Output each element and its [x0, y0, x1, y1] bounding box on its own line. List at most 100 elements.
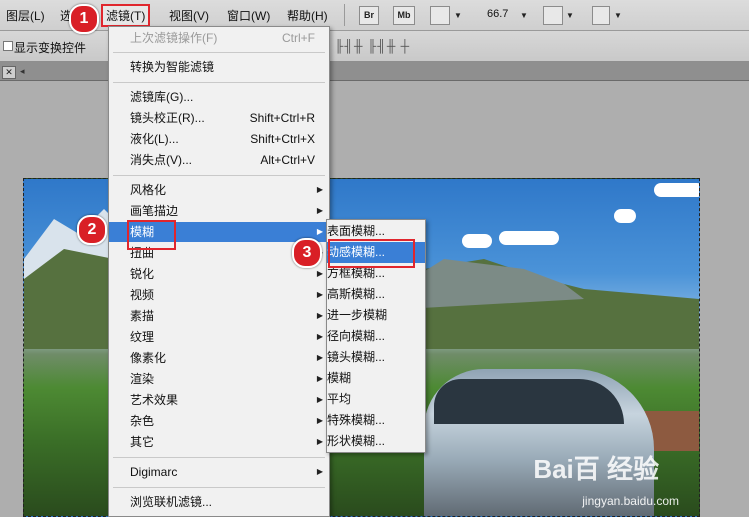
menu-item-label: 滤镜库(G)...	[130, 90, 194, 104]
menu-item-label: 消失点(V)...	[130, 153, 192, 167]
chevron-down-icon[interactable]: ▼	[454, 11, 462, 20]
menu-item-other[interactable]: 其它 ▶	[109, 432, 329, 452]
shortcut-label: Shift+Ctrl+R	[249, 111, 315, 125]
submenu-arrow-icon: ▶	[316, 332, 323, 341]
submenu-arrow-icon: ▶	[316, 416, 323, 425]
menu-item-label: 风格化	[130, 183, 167, 197]
submenu-item-lens-blur[interactable]: 镜头模糊...	[327, 347, 425, 368]
submenu-arrow-icon: ▶	[316, 374, 323, 383]
arrange-documents-button[interactable]	[543, 6, 563, 25]
submenu-arrow-icon: ▶	[316, 269, 323, 278]
menu-item-label: 渲染	[130, 372, 155, 386]
submenu-item-blur[interactable]: 模糊	[327, 368, 425, 389]
submenu-item-shape-blur[interactable]: 形状模糊...	[327, 431, 425, 452]
minibridge-button[interactable]: Mb	[393, 6, 415, 25]
menu-item-pixelate[interactable]: 像素化 ▶	[109, 348, 329, 368]
show-transform-checkbox[interactable]	[3, 41, 13, 51]
menu-item-noise[interactable]: 杂色 ▶	[109, 411, 329, 431]
shortcut-label: Ctrl+F	[282, 31, 315, 45]
menu-help[interactable]: 帮助(H)	[287, 7, 328, 24]
menu-window[interactable]: 窗口(W)	[227, 7, 270, 24]
chevron-down-icon[interactable]: ▼	[566, 11, 574, 20]
submenu-arrow-icon: ▶	[316, 206, 323, 215]
submenu-arrow-icon: ▶	[316, 467, 323, 476]
menu-item-label: 上次滤镜操作(F)	[130, 31, 218, 45]
menu-filter[interactable]: 滤镜(T)	[101, 4, 151, 27]
menu-item-label: 转换为智能滤镜	[130, 60, 215, 74]
menu-item-label: 画笔描边	[130, 204, 179, 218]
watermark-url: jingyan.baidu.com	[582, 494, 679, 508]
chevron-down-icon[interactable]: ▼	[520, 11, 528, 20]
submenu-item-smart-blur[interactable]: 特殊模糊...	[327, 410, 425, 431]
menu-item-label: 视频	[130, 288, 155, 302]
submenu-arrow-icon: ▶	[316, 290, 323, 299]
screen-mode-button[interactable]	[592, 6, 610, 25]
menu-item-liquify[interactable]: 液化(L)... Shift+Ctrl+X	[109, 129, 329, 149]
menu-item-artistic[interactable]: 艺术效果 ▶	[109, 390, 329, 410]
menu-item-label: 其它	[130, 435, 155, 449]
menu-view[interactable]: 视图(V)	[169, 7, 209, 24]
submenu-item-radial-blur[interactable]: 径向模糊...	[327, 326, 425, 347]
submenu-arrow-icon: ▶	[316, 185, 323, 194]
menu-item-digimarc[interactable]: Digimarc ▶	[109, 462, 329, 482]
shortcut-label: Shift+Ctrl+X	[250, 132, 315, 146]
menu-item-last-filter[interactable]: 上次滤镜操作(F) Ctrl+F	[109, 28, 329, 48]
menu-item-vanishing-point[interactable]: 消失点(V)... Alt+Ctrl+V	[109, 150, 329, 170]
menu-divider	[113, 487, 325, 488]
menu-item-label: 杂色	[130, 414, 155, 428]
submenu-item-blur-more[interactable]: 进一步模糊	[327, 305, 425, 326]
bridge-button[interactable]: Br	[359, 6, 379, 25]
submenu-item-average[interactable]: 平均	[327, 389, 425, 410]
step-badge-2: 2	[77, 215, 107, 245]
menu-item-label: 浏览联机滤镜...	[130, 495, 213, 509]
submenu-item-gaussian-blur[interactable]: 高斯模糊...	[327, 284, 425, 305]
annotation-highlight-box	[127, 220, 176, 250]
menu-item-render[interactable]: 渲染 ▶	[109, 369, 329, 389]
menu-item-texture[interactable]: 纹理 ▶	[109, 327, 329, 347]
menu-item-filter-gallery[interactable]: 滤镜库(G)...	[109, 87, 329, 107]
menu-item-browse-filters-online[interactable]: 浏览联机滤镜...	[109, 492, 329, 512]
car-window	[434, 379, 624, 424]
menu-item-label: Digimarc	[130, 465, 178, 479]
menu-item-label: 艺术效果	[130, 393, 179, 407]
close-icon[interactable]: ✕	[2, 66, 16, 79]
submenu-arrow-icon: ▶	[316, 437, 323, 446]
menu-divider	[113, 82, 325, 83]
menu-divider	[113, 52, 325, 53]
cloud-image	[614, 209, 636, 223]
submenu-arrow-icon: ▶	[316, 395, 323, 404]
menu-divider	[113, 175, 325, 176]
menu-item-brush-strokes[interactable]: 画笔描边 ▶	[109, 201, 329, 221]
menu-item-stylize[interactable]: 风格化 ▶	[109, 180, 329, 200]
menu-item-label: 纹理	[130, 330, 155, 344]
cloud-image	[654, 183, 699, 197]
zoom-level[interactable]: 66.7	[487, 8, 508, 20]
shortcut-label: Alt+Ctrl+V	[260, 153, 315, 167]
view-extras-button[interactable]	[430, 6, 450, 25]
menu-item-label: 素描	[130, 309, 155, 323]
menu-item-sharpen[interactable]: 锐化 ▶	[109, 264, 329, 284]
cloud-image	[499, 231, 559, 245]
submenu-arrow-icon: ▶	[316, 227, 323, 236]
filter-menu: 上次滤镜操作(F) Ctrl+F 转换为智能滤镜 滤镜库(G)... 镜头校正(…	[108, 26, 330, 517]
menu-item-video[interactable]: 视频 ▶	[109, 285, 329, 305]
show-transform-label: 显示变换控件	[14, 41, 87, 55]
menu-item-label: 液化(L)...	[130, 132, 179, 146]
chevron-down-icon[interactable]: ▼	[614, 11, 622, 20]
menu-item-label: 像素化	[130, 351, 167, 365]
panel-collapse-icon[interactable]: ◂	[20, 66, 25, 77]
menu-layer[interactable]: 图层(L)	[6, 7, 45, 24]
align-icons[interactable]: ╟╢╫ ╟╢╫ ┼	[335, 39, 410, 53]
submenu-arrow-icon: ▶	[316, 311, 323, 320]
menu-item-sketch[interactable]: 素描 ▶	[109, 306, 329, 326]
menu-divider	[113, 457, 325, 458]
submenu-arrow-icon: ▶	[316, 353, 323, 362]
step-badge-3: 3	[292, 238, 322, 268]
menu-item-smart-filter[interactable]: 转换为智能滤镜	[109, 57, 329, 77]
menubar-divider	[344, 4, 345, 26]
step-badge-1: 1	[69, 4, 99, 34]
baidu-logo: Bai百 经验	[533, 454, 659, 484]
menu-item-label: 锐化	[130, 267, 155, 281]
menu-item-label: 镜头校正(R)...	[130, 111, 205, 125]
menu-item-lens-correction[interactable]: 镜头校正(R)... Shift+Ctrl+R	[109, 108, 329, 128]
